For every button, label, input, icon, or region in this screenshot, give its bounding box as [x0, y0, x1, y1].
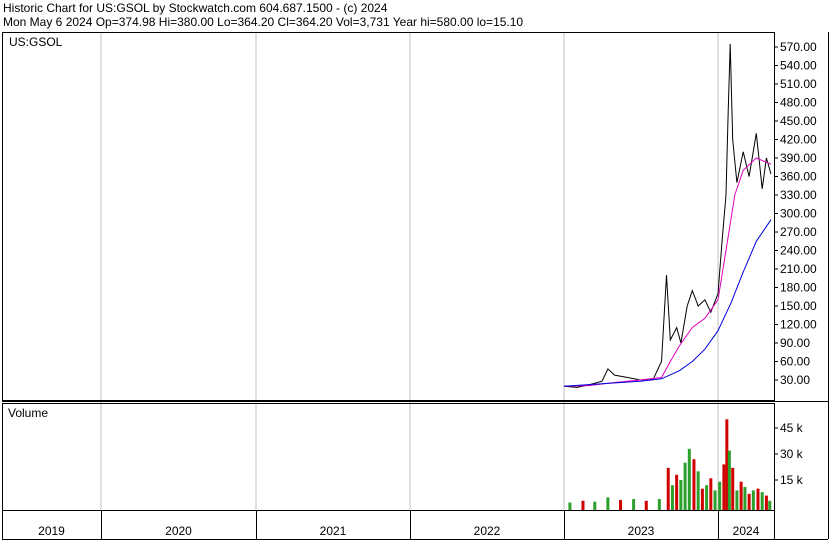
volume-bar	[679, 480, 683, 510]
price-y-tick-label: 330.00	[780, 188, 817, 202]
volume-bar	[666, 467, 670, 510]
volume-bar	[696, 471, 700, 510]
year-label: 2019	[38, 524, 65, 538]
year-axis-frame	[2, 510, 775, 540]
price-y-tick-label: 150.00	[780, 299, 817, 313]
volume-bar	[713, 490, 717, 510]
volume-bar	[756, 488, 760, 510]
price-y-tick-label: 420.00	[780, 133, 817, 147]
volume-bar	[718, 481, 722, 510]
volume-bar	[687, 448, 691, 510]
volume-y-tick-label: 45 k	[780, 421, 804, 435]
volume-bar	[751, 490, 755, 510]
year-label: 2020	[165, 524, 192, 538]
volume-bar	[619, 499, 623, 510]
moving-average-short-line	[563, 157, 772, 387]
price-y-tick-label: 450.00	[780, 114, 817, 128]
volume-bar	[593, 501, 597, 510]
price-y-tick-label: 30.00	[780, 373, 810, 387]
price-y-tick-label: 180.00	[780, 281, 817, 295]
volume-bar	[764, 495, 768, 510]
volume-bar	[683, 462, 687, 510]
price-y-tick-label: 510.00	[780, 77, 817, 91]
price-y-tick-label: 300.00	[780, 207, 817, 221]
price-y-tick-label: 120.00	[780, 318, 817, 332]
year-label: 2021	[320, 524, 347, 538]
grid	[100, 32, 719, 510]
volume-bar	[722, 464, 726, 510]
moving-average-long-line	[563, 219, 772, 387]
volume-bar	[747, 493, 751, 510]
volume-y-tick-label: 30 k	[780, 447, 804, 461]
price-y-tick-label: 90.00	[780, 336, 810, 350]
year-label: 2024	[733, 524, 760, 538]
volume-bar	[670, 485, 674, 510]
volume-bar	[709, 478, 713, 510]
price-y-tick-label: 390.00	[780, 151, 817, 165]
volume-bar	[692, 459, 696, 510]
year-label: 2023	[628, 524, 655, 538]
volume-panel-label: Volume	[8, 406, 48, 420]
year-label: 2022	[474, 524, 501, 538]
volume-bar	[675, 474, 679, 510]
volume-bar	[606, 497, 610, 510]
price-y-tick-label: 360.00	[780, 170, 817, 184]
price-y-tick-label: 60.00	[780, 355, 810, 369]
chart-frame	[2, 32, 829, 540]
price-y-tick-label: 480.00	[780, 96, 817, 110]
price-line	[563, 43, 772, 388]
price-y-tick-label: 240.00	[780, 244, 817, 258]
volume-panel-frame	[2, 403, 775, 511]
volume-bar	[735, 490, 739, 510]
volume-bar	[568, 502, 572, 510]
volume-bar	[768, 500, 772, 510]
price-y-tick-label: 540.00	[780, 59, 817, 73]
price-y-tick-label: 270.00	[780, 225, 817, 239]
volume-bar	[581, 500, 585, 510]
price-y-tick-label: 210.00	[780, 262, 817, 276]
volume-y-tick-label: 15 k	[780, 473, 804, 487]
price-lines	[563, 43, 772, 388]
volume-bar	[727, 450, 731, 510]
volume-bar	[705, 485, 709, 510]
price-panel-label: US:GSOL	[9, 35, 63, 49]
volume-bar	[700, 488, 704, 510]
axis-labels: US:GSOL Volume 30.00 60.00 90.00 120.00 150.00…	[8, 35, 817, 538]
volume-bar	[644, 500, 648, 510]
volume-bar	[632, 499, 636, 510]
price-panel-frame	[2, 32, 775, 401]
volume-bar	[657, 499, 661, 510]
price-y-tick-label: 570.00	[780, 40, 817, 54]
volume-bar	[743, 486, 747, 510]
volume-bar	[739, 481, 743, 510]
volume-bar	[731, 467, 735, 510]
volume-bar	[760, 492, 764, 510]
chart: US:GSOL Volume 30.00 60.00 90.00 120.00 150.00…	[2, 32, 829, 540]
volume-bars	[568, 419, 772, 510]
